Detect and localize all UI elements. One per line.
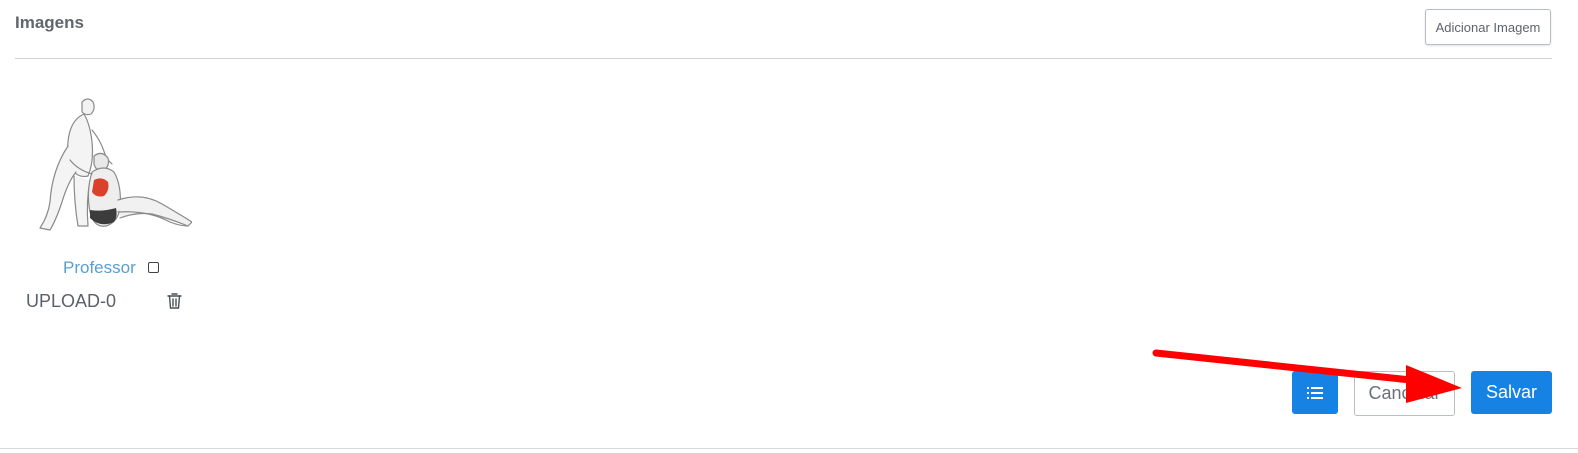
file-name: UPLOAD-0 [26, 291, 117, 311]
annotation-arrow [1152, 349, 1462, 403]
header-divider [15, 58, 1552, 59]
owner-label: Professor [63, 258, 136, 277]
delete-icon[interactable] [166, 292, 183, 310]
add-image-button[interactable]: Adicionar Imagem [1425, 9, 1551, 45]
save-button[interactable]: Salvar [1471, 371, 1552, 414]
exercise-image[interactable] [22, 90, 192, 245]
section-title: Imagens [15, 13, 84, 32]
owner-checkbox[interactable] [148, 262, 159, 273]
footer-divider [0, 448, 1578, 449]
